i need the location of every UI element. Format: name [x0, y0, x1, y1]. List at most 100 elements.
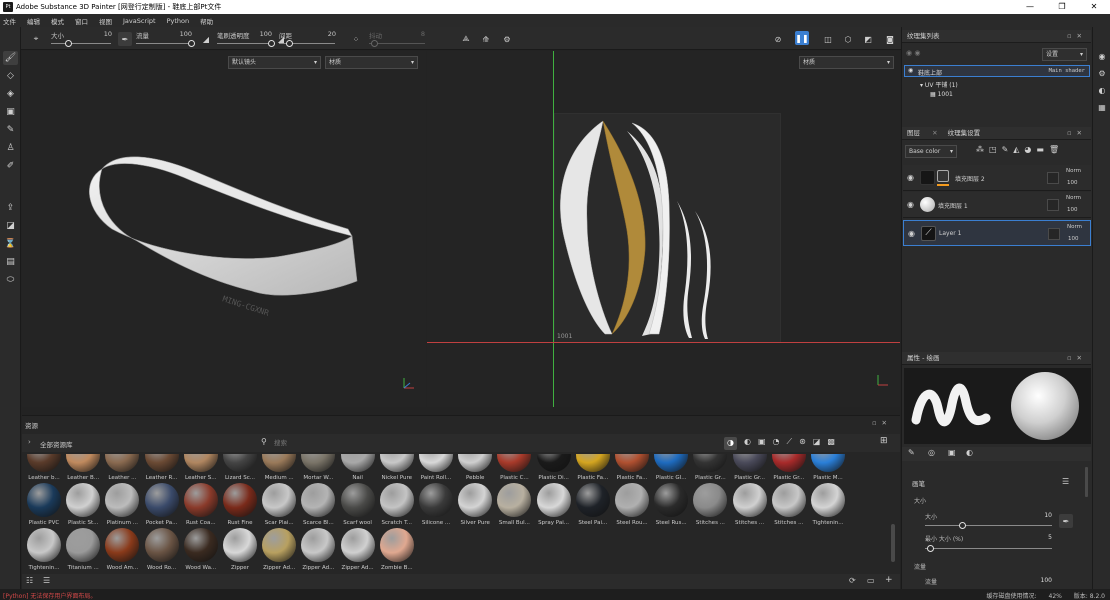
material-thumbnail[interactable]: Tightenin... [808, 483, 848, 528]
sort-icon[interactable]: ☰ [43, 576, 50, 585]
jitter-slider[interactable] [369, 40, 425, 47]
add-asset-icon[interactable]: + [885, 575, 893, 585]
hide-icon[interactable]: ⊘ [771, 32, 785, 46]
material-thumbnail[interactable]: Plastic Gr... [730, 454, 770, 483]
prop-min-size-slider[interactable] [925, 545, 1052, 552]
material-thumbnail[interactable]: Leather S... [181, 454, 221, 483]
material-thumbnail[interactable]: Zipper Ad... [298, 528, 338, 573]
material-thumbnail[interactable]: Steel Rou... [612, 483, 652, 528]
menu-python[interactable]: Python [167, 17, 190, 25]
visibility-icons[interactable]: ◉ ◉ [906, 49, 920, 57]
prop-min-size-value[interactable]: 5 [1032, 534, 1052, 541]
material-thumbnail[interactable]: Paint Roll... [416, 454, 456, 483]
spacing-value[interactable]: 20 [313, 30, 336, 38]
material-thumbnail[interactable]: Plastic PVC [24, 483, 64, 528]
material-thumbnail[interactable]: Zipper Ad... [259, 528, 299, 573]
layer-blend-mode[interactable]: Norm [1066, 195, 1081, 201]
path-icon[interactable]: ⌛ [3, 237, 18, 251]
material-thumbnail[interactable]: Stitches ... [730, 483, 770, 528]
layer-tools[interactable]: ⁂◳✎◭◕▬🗑 [976, 145, 1064, 154]
add-fill-layer-icon[interactable]: ◭ [1013, 145, 1024, 154]
material-thumbnail[interactable]: Stitches ... [690, 483, 730, 528]
add-effect-icon[interactable]: ⁂ [976, 145, 989, 154]
layer-eye-icon[interactable]: ◉ [907, 173, 914, 182]
material-thumbnail[interactable]: Pocket Pa... [142, 483, 182, 528]
size-slider[interactable] [51, 40, 111, 47]
layer-row-selected[interactable]: ◉ ⟋ Layer 1 Norm 100 [903, 220, 1091, 246]
layer-blend-box[interactable] [1047, 172, 1059, 184]
layer-eye-icon[interactable]: ◉ [908, 229, 915, 238]
lazy-mouse-icon[interactable]: ⚙ [500, 32, 514, 46]
delete-layer-icon[interactable]: 🗑 [1049, 145, 1064, 154]
menu-javascript[interactable]: JavaScript [123, 17, 156, 25]
material-thumbnail[interactable]: Plastic Di... [534, 454, 574, 483]
material-thumbnail[interactable]: Rust Fine [220, 483, 260, 528]
material-thumbnail[interactable]: Leather b... [24, 454, 64, 483]
material-thumbnail[interactable]: Plastic St... [63, 483, 103, 528]
material-thumbnail[interactable]: Steel Rus... [651, 483, 691, 528]
add-paint-layer-icon[interactable]: ✎ [1002, 145, 1014, 154]
prop-size-value[interactable]: 10 [1032, 512, 1052, 519]
eraser-icon[interactable]: ◇ [3, 69, 18, 83]
uv-tiles-item[interactable]: ▾ UV 平铺 (1) [920, 80, 958, 89]
filter-materials-icon[interactable]: ◑ [724, 437, 737, 450]
polygon-fill-icon[interactable]: ▣ [3, 105, 18, 119]
assets-search-input[interactable] [274, 437, 454, 449]
layer-eye-icon[interactable]: ◉ [907, 200, 914, 209]
layer-channel-dropdown[interactable]: Base color ▾ [905, 145, 957, 158]
add-mask-icon[interactable]: ◳ [989, 145, 1002, 154]
minimize-button[interactable]: — [1014, 0, 1046, 14]
uv-tile-item[interactable]: ▦ 1001 [930, 91, 953, 98]
bake-icon[interactable]: ⇪ [3, 201, 18, 215]
material-thumbnail[interactable]: Scar Plai... [259, 483, 299, 528]
tab-texture-set-settings[interactable]: 纹理集设置 [948, 129, 981, 137]
material-thumbnail[interactable]: Small Bul... [494, 483, 534, 528]
brush-preset-icon[interactable]: ⌖ [29, 32, 43, 46]
panel-controls-icon[interactable]: ▫✕ [1067, 127, 1087, 140]
menu-window[interactable]: 窗口 [75, 16, 88, 26]
material-thumbnail[interactable]: Leather ... [102, 454, 142, 483]
material-thumbnail[interactable]: Plastic Fa... [612, 454, 652, 483]
texture-set-item-shoe[interactable]: ◉ 鞋底上部 Main shader [904, 65, 1090, 77]
layer-opacity[interactable]: 100 [1067, 180, 1078, 186]
spacing-slider-knob[interactable] [286, 40, 294, 47]
render-icon[interactable]: ◩ [861, 32, 875, 46]
layer-blend-mode[interactable]: Norm [1067, 224, 1082, 230]
material-thumbnail[interactable]: Mortar W... [298, 454, 338, 483]
menu-mode[interactable]: 模式 [51, 16, 64, 26]
material-thumbnail[interactable]: Titanium ... [63, 528, 103, 573]
material-thumbnail[interactable]: Nail [338, 454, 378, 483]
properties-scrollbar[interactable] [1085, 467, 1088, 497]
menu-file[interactable]: 文件 [3, 16, 16, 26]
camera-icon[interactable]: ◙ [883, 32, 897, 46]
material-thumbnail[interactable]: Wood Am... [102, 528, 142, 573]
menu-edit[interactable]: 编辑 [27, 16, 40, 26]
assets-scrollbar[interactable] [891, 524, 895, 562]
texture-set-shader[interactable]: Main shader [1049, 68, 1085, 74]
material-thumbnail[interactable]: Zipper [220, 528, 260, 573]
viewport-3d[interactable]: 默认镜头 ▾ 材质 ▾ MING-CGXNR [22, 51, 426, 407]
material-thumbnail[interactable]: Rust Coa... [181, 483, 221, 528]
stencil-tab-icon[interactable]: ▣ [948, 448, 956, 457]
menu-view[interactable]: 视图 [99, 16, 112, 26]
view-mode-icon[interactable]: ◫ [821, 32, 835, 46]
material-thumbnail[interactable]: Scarce Bl... [298, 483, 338, 528]
prop-min-size-slider-knob[interactable] [927, 545, 935, 552]
section-menu-icon[interactable]: ☰ [1062, 477, 1069, 486]
stroke-opacity-slider[interactable] [217, 40, 275, 47]
material-thumbnail[interactable]: Plastic Gr... [690, 454, 730, 483]
material-thumbnail[interactable]: Plastic Gl... [651, 454, 691, 483]
clone-stamp-icon[interactable]: ♙ [3, 141, 18, 155]
material-thumbnail[interactable]: Nickel Pure [377, 454, 417, 483]
projection-icon[interactable]: ◈ [3, 87, 18, 101]
smudge-icon[interactable]: ✎ [3, 123, 18, 137]
size-value[interactable]: 10 [89, 30, 112, 38]
symmetry-icon[interactable]: ⟁ [459, 32, 473, 46]
layer-mask-thumbnail[interactable] [937, 170, 949, 182]
size-slider-knob[interactable] [65, 40, 72, 47]
flow-slider-knob[interactable] [188, 40, 195, 47]
material-thumbnail[interactable]: Lizard Sc... [220, 454, 260, 483]
layer-row[interactable]: ◉ 填充图层 2 Norm 100 [903, 165, 1091, 191]
material-thumbnail[interactable]: Plastic C... [494, 454, 534, 483]
chevron-right-icon[interactable]: › [28, 438, 31, 446]
